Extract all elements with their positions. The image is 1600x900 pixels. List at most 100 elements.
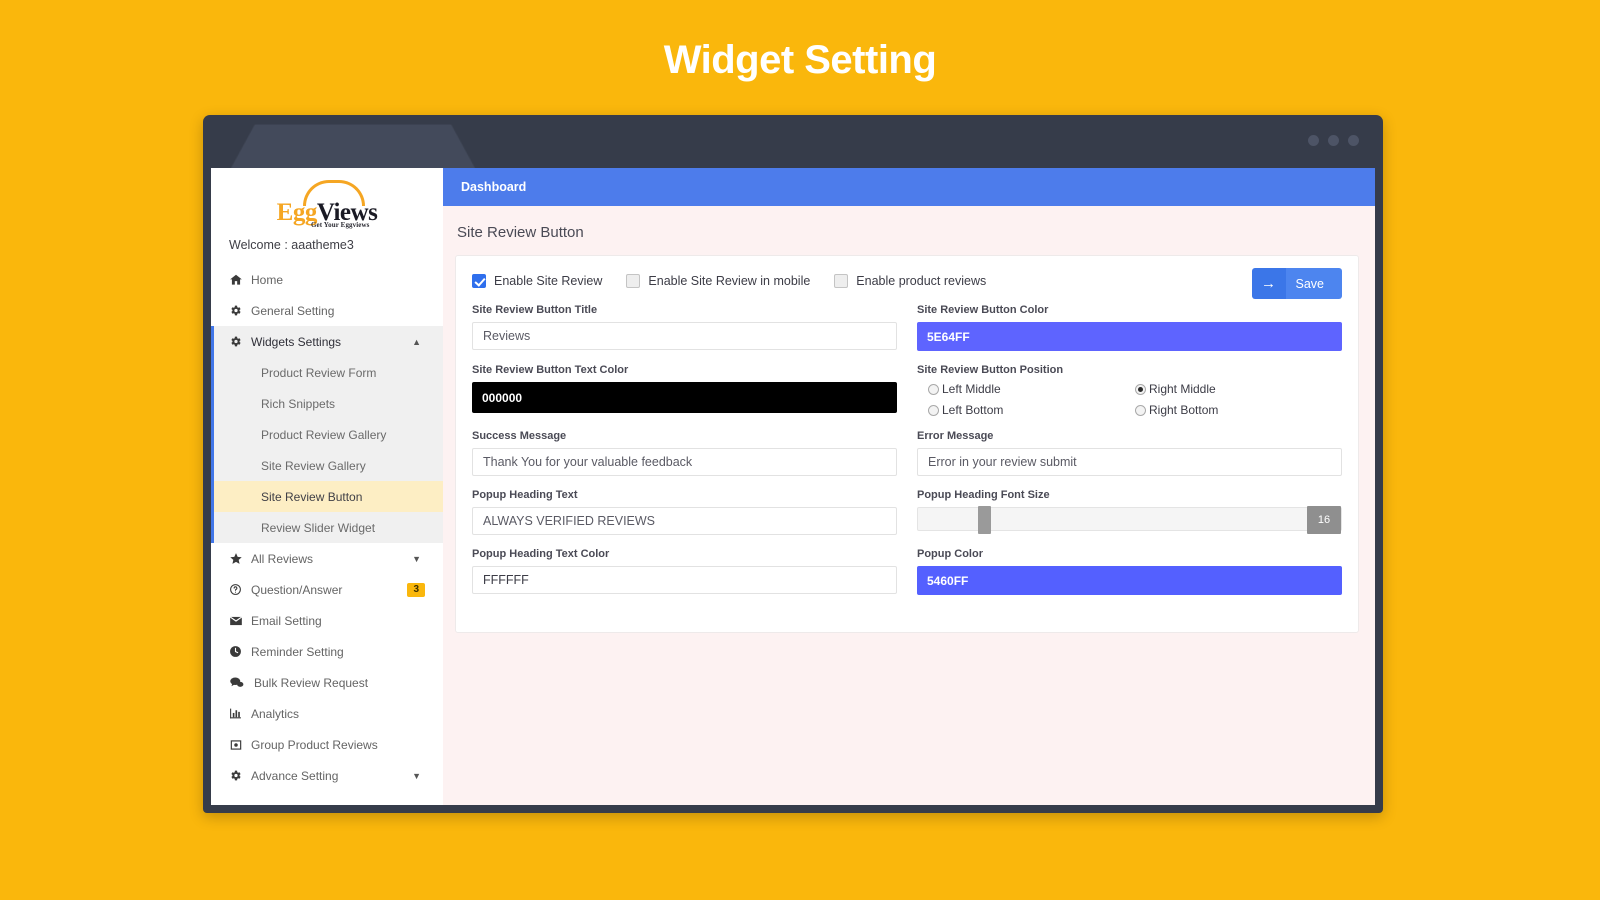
radio-left-middle[interactable]: Left Middle [928, 382, 1135, 396]
field-label: Site Review Button Text Color [472, 364, 629, 376]
field-label: Site Review Button Title [472, 304, 598, 316]
field-button-title: Site Review Button Title Reviews [472, 304, 897, 351]
sidebar-item-widgets-settings[interactable]: Widgets Settings ▲ [211, 326, 443, 357]
radio-right-middle[interactable]: Right Middle [1135, 382, 1342, 396]
field-button-text-color: Site Review Button Text Color 000000 [472, 364, 897, 417]
browser-chrome [203, 115, 1383, 170]
window-dot-3[interactable] [1348, 135, 1359, 146]
field-popup-heading-text: Popup Heading Text ALWAYS VERIFIED REVIE… [472, 489, 897, 535]
question-circle-icon [229, 583, 251, 596]
popup-color-input[interactable]: 5460FF [917, 566, 1342, 595]
sidebar-item-advance-setting[interactable]: Advance Setting ▼ [211, 760, 443, 791]
field-success-message: Success Message Thank You for your valua… [472, 430, 897, 476]
button-position-radio-group: Left Middle Right Middle Left Bottom Rig… [917, 382, 1342, 417]
sidebar-item-label: General Setting [251, 303, 335, 318]
sidebar-item-home[interactable]: Home [211, 264, 443, 295]
field-button-color: Site Review Button Color 5E64FF [917, 304, 1342, 351]
sidebar-item-question-answer[interactable]: Question/Answer 3 [211, 574, 443, 605]
sidebar-subitem-site-review-gallery[interactable]: Site Review Gallery [211, 450, 443, 481]
star-icon [229, 552, 251, 566]
settings-grid: Site Review Button Title Reviews Site Re… [472, 304, 1342, 608]
home-icon [229, 273, 251, 287]
field-label: Success Message [472, 430, 567, 442]
radio-icon-selected[interactable] [1135, 383, 1146, 395]
sidebar-item-label: Reminder Setting [251, 644, 344, 659]
popup-heading-font-size-slider[interactable]: 16 [917, 506, 1342, 534]
browser-tab[interactable] [230, 125, 477, 171]
enable-product-reviews-checkbox[interactable] [834, 274, 849, 288]
frame-icon [229, 738, 251, 752]
site-review-button-text-color-input[interactable]: 000000 [472, 382, 897, 413]
radio-icon[interactable] [928, 404, 939, 416]
radio-icon[interactable] [1135, 404, 1146, 416]
site-review-button-title-input[interactable]: Reviews [472, 322, 897, 350]
chevron-down-icon[interactable]: ▼ [412, 771, 421, 781]
sidebar-item-general-setting[interactable]: General Setting [211, 295, 443, 326]
field-popup-heading-font-size: Popup Heading Font Size 16 [917, 489, 1342, 535]
enable-site-review-checkbox[interactable] [472, 274, 486, 288]
sidebar-item-label: Email Setting [251, 613, 322, 628]
sidebar-subitem-rich-snippets[interactable]: Rich Snippets [211, 388, 443, 419]
enable-site-review-label: Enable Site Review [494, 274, 603, 288]
popup-heading-text-color-input[interactable]: FFFFFF [472, 566, 897, 594]
gear-icon [229, 335, 251, 348]
popup-heading-text-input[interactable]: ALWAYS VERIFIED REVIEWS [472, 507, 897, 535]
sidebar-subitem-review-slider-widget[interactable]: Review Slider Widget [211, 512, 443, 543]
slider-handle[interactable] [978, 506, 991, 534]
sidebar-nav-lower: All Reviews ▼ Question/Answer 3 Email Se… [211, 543, 443, 791]
window-controls[interactable] [1308, 135, 1359, 146]
chevron-up-icon[interactable]: ▲ [412, 337, 421, 347]
app-viewport: EggViews Get Your Eggviews Welcome : aaa… [211, 168, 1375, 805]
window-dot-2[interactable] [1328, 135, 1339, 146]
radio-right-bottom[interactable]: Right Bottom [1135, 403, 1342, 417]
logo[interactable]: EggViews Get Your Eggviews [211, 168, 443, 230]
sidebar-subitem-site-review-button[interactable]: Site Review Button [211, 481, 443, 512]
sidebar-item-bulk-review-request[interactable]: Bulk Review Request [211, 667, 443, 698]
active-section-rail [211, 326, 214, 543]
page-title: Widget Setting [663, 38, 937, 82]
radio-label: Right Middle [1149, 382, 1216, 396]
sidebar-item-reminder-setting[interactable]: Reminder Setting [211, 636, 443, 667]
breadcrumb[interactable]: Dashboard [461, 180, 526, 194]
sidebar-item-analytics[interactable]: Analytics [211, 698, 443, 729]
sidebar-item-label: Home [251, 272, 284, 287]
sidebar-subitem-product-review-form[interactable]: Product Review Form [211, 357, 443, 388]
field-popup-heading-text-color: Popup Heading Text Color FFFFFF [472, 548, 897, 595]
chat-bubbles-icon [229, 675, 251, 690]
radio-left-bottom[interactable]: Left Bottom [928, 403, 1135, 417]
sidebar-subitem-product-review-gallery[interactable]: Product Review Gallery [211, 419, 443, 450]
arrow-right-icon: → [1251, 268, 1286, 299]
field-label: Popup Color [917, 548, 983, 560]
welcome-text: Welcome : aaatheme3 [229, 238, 354, 252]
enable-site-review-mobile-label: Enable Site Review in mobile [648, 274, 811, 288]
browser-window: EggViews Get Your Eggviews Welcome : aaa… [203, 115, 1383, 813]
radio-label: Left Bottom [942, 403, 1004, 417]
settings-card: → Save Enable Site Review Enable Site Re… [455, 255, 1359, 633]
gear-icon [229, 304, 251, 317]
sidebar-item-label: Group Product Reviews [251, 737, 378, 752]
field-label: Error Message [917, 430, 994, 442]
sidebar-section-widgets-settings: Widgets Settings ▲ Product Review Form R… [211, 326, 443, 543]
topbar: Dashboard [443, 168, 1375, 206]
logo-tagline: Get Your Eggviews [311, 221, 370, 229]
window-dot-1[interactable] [1308, 135, 1319, 146]
field-label: Site Review Button Color [917, 304, 1049, 316]
enable-site-review-mobile-checkbox[interactable] [626, 274, 641, 288]
field-label: Site Review Button Position [917, 364, 1064, 376]
chevron-down-icon[interactable]: ▼ [412, 554, 421, 564]
content-heading: Site Review Button [457, 224, 584, 241]
sidebar-item-label: Analytics [251, 706, 300, 721]
field-popup-color: Popup Color 5460FF [917, 548, 1342, 595]
save-button[interactable]: → Save [1251, 268, 1342, 299]
success-message-input[interactable]: Thank You for your valuable feedback [472, 448, 897, 476]
radio-icon[interactable] [928, 383, 939, 395]
enable-product-reviews-label: Enable product reviews [856, 274, 987, 288]
error-message-input[interactable]: Error in your review submit [917, 448, 1342, 476]
sidebar-item-label: Bulk Review Request [254, 675, 369, 690]
sidebar-item-group-product-reviews[interactable]: Group Product Reviews [211, 729, 443, 760]
sidebar-item-email-setting[interactable]: Email Setting [211, 605, 443, 636]
site-review-button-color-input[interactable]: 5E64FF [917, 322, 1342, 351]
sidebar: EggViews Get Your Eggviews Welcome : aaa… [211, 168, 443, 805]
field-label: Popup Heading Text Color [472, 548, 610, 560]
sidebar-item-all-reviews[interactable]: All Reviews ▼ [211, 543, 443, 574]
